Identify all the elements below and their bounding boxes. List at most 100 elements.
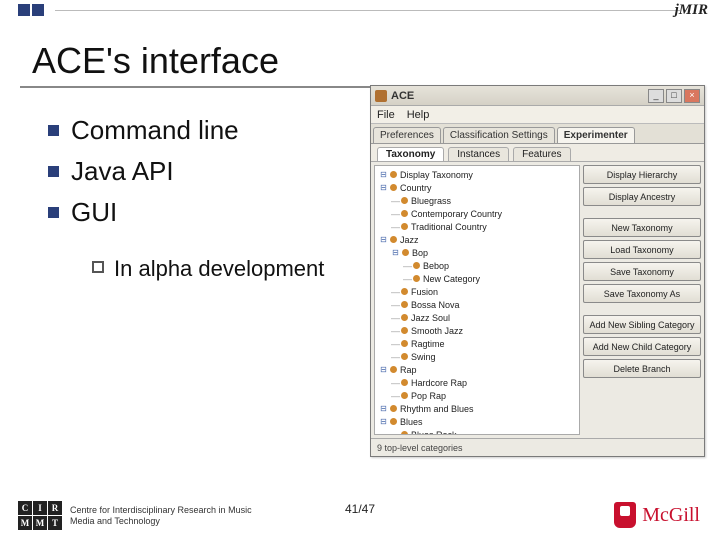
tree-node[interactable]: ⊟Bop: [391, 246, 577, 259]
square-bullet-icon: [48, 125, 59, 136]
cirmmt-letter: M: [18, 516, 32, 530]
menu-help[interactable]: Help: [407, 109, 430, 121]
tree-node[interactable]: —Bluegrass: [391, 194, 577, 207]
display-hierarchy-button[interactable]: Display Hierarchy: [583, 165, 701, 184]
add-child-category-button[interactable]: Add New Child Category: [583, 337, 701, 356]
tree-node[interactable]: —Smooth Jazz: [391, 324, 577, 337]
tree-node-label: Hardcore Rap: [411, 378, 467, 388]
tree-node[interactable]: —Blues Rock: [391, 428, 577, 435]
save-taxonomy-button[interactable]: Save Taxonomy: [583, 262, 701, 281]
top-line: [55, 10, 680, 11]
tree-node-label: Blues: [400, 417, 423, 427]
tree-node-label: Bossa Nova: [411, 300, 460, 310]
tree-node-label: Pop Rap: [411, 391, 446, 401]
subtab-instances[interactable]: Instances: [448, 147, 509, 161]
tree-node-icon: [390, 236, 397, 243]
window-buttons: _ □ ×: [648, 89, 700, 103]
close-button[interactable]: ×: [684, 89, 700, 103]
tab-classification-settings[interactable]: Classification Settings: [443, 127, 555, 143]
tree-node[interactable]: ⊟Display Taxonomy: [379, 168, 577, 181]
footer: C I R M M T Centre for Interdisciplinary…: [0, 484, 720, 532]
jmir-logo: jMIR: [675, 2, 708, 19]
taxonomy-tree[interactable]: ⊟Display Taxonomy⊟Country—Bluegrass — Cont…: [374, 165, 580, 435]
bullet-item: Java API: [48, 156, 348, 187]
tree-node[interactable]: —Bebop: [403, 259, 577, 272]
tree-node-label: Jazz: [400, 235, 419, 245]
tree-branch-icon: —: [391, 209, 399, 219]
square-bullet-icon: [48, 166, 59, 177]
tree-expand-icon[interactable]: ⊟: [379, 235, 388, 244]
tab-experimenter[interactable]: Experimenter: [557, 127, 635, 143]
accent-square: [18, 4, 30, 16]
new-taxonomy-button[interactable]: New Taxonomy: [583, 218, 701, 237]
tree-branch-icon: —: [391, 352, 399, 362]
tree-node-icon: [401, 353, 408, 360]
tree-branch-icon: —: [391, 313, 399, 323]
tab-preferences[interactable]: Preferences: [373, 127, 441, 143]
tree-expand-icon[interactable]: ⊟: [379, 404, 388, 413]
slide-title: ACE's interface: [32, 40, 279, 82]
tree-node[interactable]: ⊟ Rap: [379, 363, 577, 376]
cirmmt-letter: T: [48, 516, 62, 530]
tree-node[interactable]: ⊟Rhythm and Blues: [379, 402, 577, 415]
tree-expand-icon[interactable]: ⊟: [379, 365, 388, 374]
delete-branch-button[interactable]: Delete Branch: [583, 359, 701, 378]
tree-node[interactable]: ⊟ Blues: [379, 415, 577, 428]
minimize-button[interactable]: _: [648, 89, 664, 103]
tree-node-label: Rap: [400, 365, 417, 375]
tree-node[interactable]: ⊟Country: [379, 181, 577, 194]
tree-node[interactable]: —Jazz Soul: [391, 311, 577, 324]
tree-node[interactable]: —Hardcore Rap: [391, 376, 577, 389]
titlebar[interactable]: ACE _ □ ×: [371, 86, 704, 106]
tree-branch-icon: —: [403, 261, 411, 271]
tree-branch-icon: —: [403, 274, 411, 284]
tree-node[interactable]: — Ragtime: [391, 337, 577, 350]
tree-node[interactable]: —Swing: [391, 350, 577, 363]
bullet-item: GUI: [48, 197, 348, 228]
maximize-button[interactable]: □: [666, 89, 682, 103]
tree-node-label: Ragtime: [411, 339, 445, 349]
ace-app-window: ACE _ □ × File Help Preferences Classifi…: [370, 85, 705, 457]
tree-node-icon: [401, 327, 408, 334]
tree-node[interactable]: —New Category: [403, 272, 577, 285]
tree-branch-icon: —: [391, 339, 399, 349]
page-number: 41/47: [345, 502, 375, 516]
tree-node[interactable]: —Traditional Country: [391, 220, 577, 233]
tree-node[interactable]: ⊟ Jazz: [379, 233, 577, 246]
tree-node-icon: [401, 392, 408, 399]
main-tabs: Preferences Classification Settings Expe…: [371, 124, 704, 144]
status-bar: 9 top-level categories: [371, 438, 704, 456]
display-ancestry-button[interactable]: Display Ancestry: [583, 187, 701, 206]
cirmmt-grid-icon: C I R M M T: [18, 501, 62, 530]
sub-tabs: Taxonomy Instances Features: [371, 144, 704, 162]
mcgill-crest-icon: [614, 502, 636, 528]
load-taxonomy-button[interactable]: Load Taxonomy: [583, 240, 701, 259]
save-taxonomy-as-button[interactable]: Save Taxonomy As: [583, 284, 701, 303]
add-sibling-category-button[interactable]: Add New Sibling Category: [583, 315, 701, 334]
tree-node-icon: [413, 262, 420, 269]
tree-node-icon: [401, 379, 408, 386]
tree-branch-icon: —: [391, 222, 399, 232]
tree-branch-icon: —: [391, 300, 399, 310]
mcgill-text: McGill: [642, 504, 700, 527]
tree-expand-icon[interactable]: ⊟: [379, 417, 388, 426]
tree-branch-icon: —: [391, 391, 399, 401]
tree-node[interactable]: — Pop Rap: [391, 389, 577, 402]
tree-expand-icon[interactable]: ⊟: [379, 170, 388, 179]
tree-node[interactable]: —Fusion: [391, 285, 577, 298]
bullet-list: Command line Java API GUI: [48, 115, 348, 238]
tree-node-label: Contemporary Country: [411, 209, 502, 219]
tree-node-icon: [390, 171, 397, 178]
tree-node[interactable]: — Bossa Nova: [391, 298, 577, 311]
menu-file[interactable]: File: [377, 109, 395, 121]
tree-node-icon: [401, 301, 408, 308]
bullet-text: Java API: [71, 156, 174, 187]
subtab-features[interactable]: Features: [513, 147, 570, 161]
subtab-taxonomy[interactable]: Taxonomy: [377, 147, 444, 161]
tree-expand-icon[interactable]: ⊟: [391, 248, 400, 257]
tree-node-icon: [390, 184, 397, 191]
tree-branch-icon: —: [391, 326, 399, 336]
tree-expand-icon[interactable]: ⊟: [379, 183, 388, 192]
tree-node[interactable]: — Contemporary Country: [391, 207, 577, 220]
mcgill-logo: McGill: [614, 502, 700, 528]
